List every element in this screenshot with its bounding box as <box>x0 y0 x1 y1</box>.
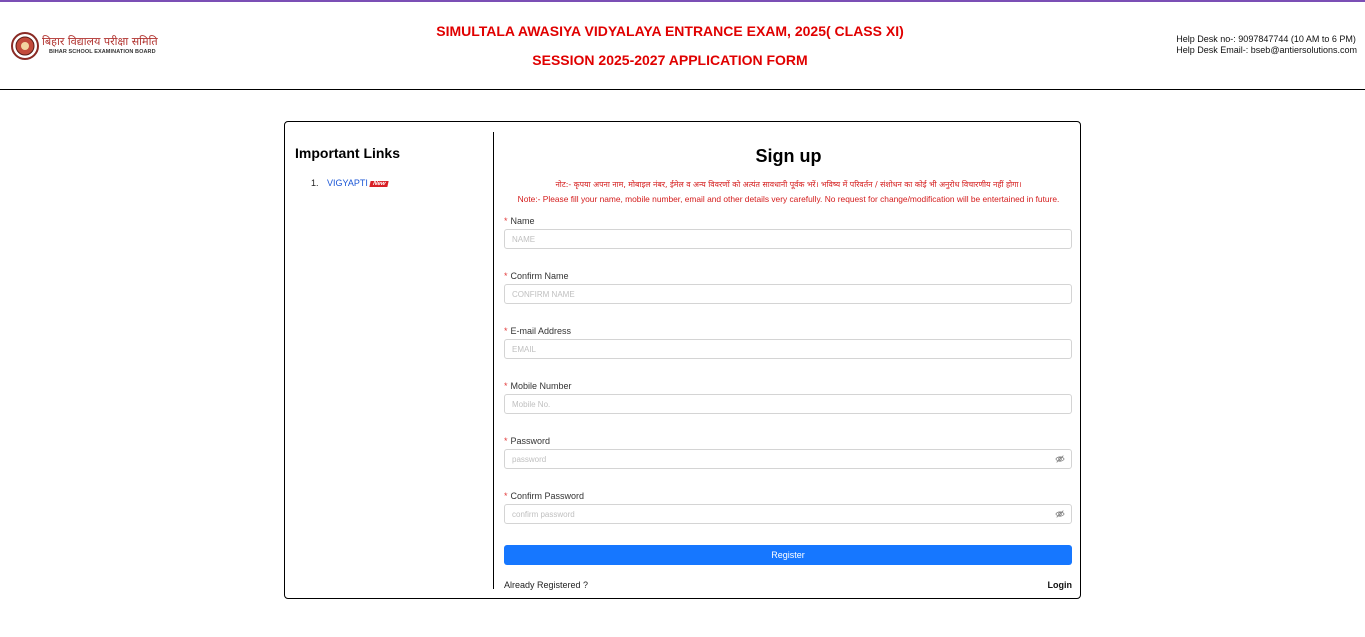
important-links-title: Important Links <box>295 145 401 161</box>
vertical-divider <box>493 132 494 589</box>
name-input[interactable] <box>504 229 1072 249</box>
name-field-group: * Name <box>504 216 1072 249</box>
session-title: SESSION 2025-2027 APPLICATION FORM <box>532 52 808 68</box>
signup-form: Sign up नोट:- कृपया अपना नाम, मोबाइल नंब… <box>504 122 1073 598</box>
link-item-vigyapti: 1. VIGYAPTI New <box>311 178 389 188</box>
vigyapti-link[interactable]: VIGYAPTI <box>327 178 368 188</box>
required-mark: * <box>504 491 508 501</box>
name-label: * Name <box>504 216 535 226</box>
exam-title: SIMULTALA AWASIYA VIDYALAYA ENTRANCE EXA… <box>436 23 904 39</box>
email-label: * E-mail Address <box>504 326 572 336</box>
note-hindi: नोट:- कृपया अपना नाम, मोबाइल नंबर, ईमेल … <box>555 180 1022 189</box>
link-number: 1. <box>311 178 319 188</box>
page-header: बिहार विद्यालय परीक्षा समिति BIHAR SCHOO… <box>0 2 1365 90</box>
helpdesk-email: Help Desk Email-: bseb@antiersolutions.c… <box>1176 45 1357 55</box>
email-input[interactable] <box>504 339 1072 359</box>
mobile-input[interactable] <box>504 394 1072 414</box>
password-input[interactable] <box>504 449 1072 469</box>
password-label: * Password <box>504 436 551 446</box>
login-link[interactable]: Login <box>1048 580 1073 590</box>
email-field-group: * E-mail Address <box>504 326 1072 359</box>
confirm-password-label: * Confirm Password <box>504 491 585 501</box>
confirm-name-field-group: * Confirm Name <box>504 271 1072 304</box>
eye-slash-icon[interactable] <box>1055 454 1065 464</box>
helpdesk-phone: Help Desk no-: 9097847744 (10 AM to 6 PM… <box>1176 34 1356 44</box>
required-mark: * <box>504 326 508 336</box>
note-english: Note:- Please fill your name, mobile num… <box>517 194 1060 204</box>
required-mark: * <box>504 381 508 391</box>
mobile-label: * Mobile Number <box>504 381 572 391</box>
confirm-name-label: * Confirm Name <box>504 271 569 281</box>
helpdesk-info: Help Desk no-: 9097847744 (10 AM to 6 PM… <box>1176 34 1357 56</box>
new-badge: New <box>369 181 389 187</box>
signup-card: Important Links 1. VIGYAPTI New Sign up नो… <box>284 121 1081 599</box>
required-mark: * <box>504 271 508 281</box>
confirm-password-input[interactable] <box>504 504 1072 524</box>
eye-slash-icon[interactable] <box>1055 509 1065 519</box>
already-registered-text: Already Registered ? <box>504 580 589 590</box>
confirm-password-field-group: * Confirm Password <box>504 491 1072 524</box>
required-mark: * <box>504 216 508 226</box>
password-field-group: * Password <box>504 436 1072 469</box>
register-button[interactable]: Register <box>504 545 1072 565</box>
mobile-field-group: * Mobile Number <box>504 381 1072 414</box>
signup-title: Sign up <box>755 146 822 166</box>
required-mark: * <box>504 436 508 446</box>
confirm-name-input[interactable] <box>504 284 1072 304</box>
